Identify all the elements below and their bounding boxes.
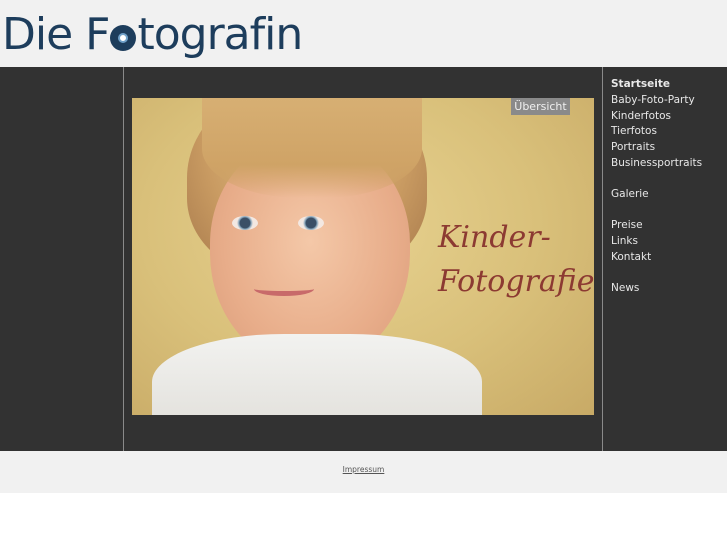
main-navigation: Startseite Baby-Foto-Party Kinderfotos T… <box>611 77 727 297</box>
nav-item-links[interactable]: Links <box>611 234 727 250</box>
hero-caption-line2: Fotografie <box>438 264 594 299</box>
main-area: Kinder- Fotografie Übersicht Startseite … <box>0 67 727 451</box>
nav-item-kinderfotos[interactable]: Kinderfotos <box>611 109 727 125</box>
camera-eye-icon <box>110 25 137 51</box>
nav-item-businessportraits[interactable]: Businessportraits <box>611 156 727 172</box>
impressum-link[interactable]: Impressum <box>343 465 385 474</box>
nav-item-portraits[interactable]: Portraits <box>611 140 727 156</box>
hero-photo: Kinder- Fotografie <box>132 98 594 415</box>
nav-item-news[interactable]: News <box>611 281 727 297</box>
logo-text-left: Die F <box>2 9 110 60</box>
smile-shape <box>254 282 314 296</box>
right-eye-shape <box>298 216 324 230</box>
content-column: Kinder- Fotografie Übersicht <box>124 67 603 451</box>
left-column <box>0 67 124 451</box>
hero-caption: Kinder- Fotografie <box>438 216 594 304</box>
nav-item-tierfotos[interactable]: Tierfotos <box>611 124 727 140</box>
site-logo[interactable]: Die F tografin <box>2 8 303 62</box>
nav-item-preise[interactable]: Preise <box>611 218 727 234</box>
nav-item-galerie[interactable]: Galerie <box>611 187 727 203</box>
nav-item-kontakt[interactable]: Kontakt <box>611 250 727 266</box>
left-eye-shape <box>232 216 258 230</box>
impressum-row: Impressum <box>0 465 727 474</box>
nav-item-baby-foto-party[interactable]: Baby-Foto-Party <box>611 93 727 109</box>
logo-text-right: tografin <box>137 9 303 60</box>
site-header: Die F tografin <box>0 0 727 67</box>
bangs-shape <box>202 98 422 198</box>
nav-item-startseite[interactable]: Startseite <box>611 77 727 93</box>
hero-caption-line1: Kinder- <box>438 220 551 255</box>
overview-button[interactable]: Übersicht <box>511 98 570 115</box>
site-footer: Impressum <box>0 451 727 493</box>
shirt-shape <box>152 334 482 415</box>
